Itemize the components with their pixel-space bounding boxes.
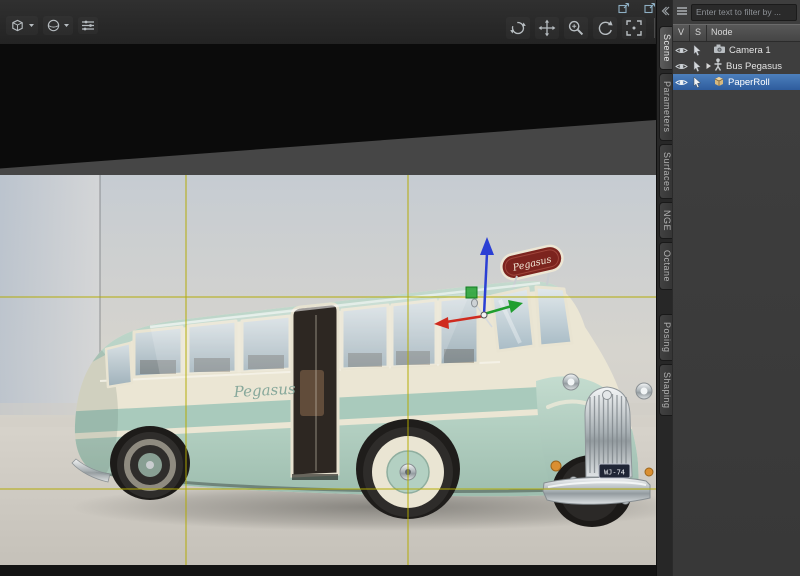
pointer-icon[interactable]: [689, 60, 705, 72]
undo-view-button[interactable]: [593, 17, 617, 39]
pane-tab-strip: Scene Parameters Surfaces NGE Octane Pos…: [656, 0, 672, 576]
view-selector-dropdown[interactable]: [6, 16, 38, 35]
tab-shaping[interactable]: Shaping: [659, 363, 672, 417]
zoom-button[interactable]: [564, 17, 588, 39]
fog-light: [550, 460, 562, 472]
orbit-button[interactable]: [506, 17, 530, 39]
tab-scene[interactable]: Scene: [659, 26, 672, 71]
license-plate: WJ-74: [598, 463, 631, 479]
orbit-icon: [509, 19, 527, 37]
tab-surfaces[interactable]: Surfaces: [659, 143, 672, 200]
tab-parameters[interactable]: Parameters: [659, 73, 672, 141]
maximize-pane-button[interactable]: [644, 2, 656, 14]
license-plate-text: WJ-74: [604, 469, 625, 477]
cube-icon: [713, 75, 725, 90]
view-options-button[interactable]: [78, 17, 98, 34]
column-node[interactable]: Node: [707, 25, 800, 41]
popout-icon: [644, 2, 656, 14]
scene-filter-input[interactable]: [691, 3, 797, 21]
draw-style-dropdown[interactable]: [43, 16, 73, 35]
eye-icon[interactable]: [673, 46, 689, 55]
viewport-bottom-strip: [0, 565, 656, 576]
undock-pane-button[interactable]: [618, 2, 630, 14]
render-image: Pegasus WJ-74 Pegasus: [0, 175, 656, 565]
pan-button[interactable]: [535, 17, 559, 39]
pointer-icon[interactable]: [689, 44, 705, 56]
frame-icon: [625, 19, 643, 37]
toolbar-separator: [654, 18, 655, 38]
scene-list-empty-area[interactable]: [673, 90, 800, 576]
scene-grid-header: V S Node: [673, 24, 800, 42]
scene-node-bus-pegasus[interactable]: Bus Pegasus: [673, 58, 800, 74]
tab-posing[interactable]: Posing: [659, 314, 672, 361]
scene-node-camera1[interactable]: Camera 1: [673, 42, 800, 58]
column-visibility[interactable]: V: [673, 25, 690, 41]
panel-menu-icon[interactable]: [660, 3, 670, 21]
camera-icon: [713, 43, 726, 57]
viewport-backdrop-area[interactable]: [0, 44, 656, 175]
viewport-toolbar: [0, 0, 687, 45]
bus-door-open: [290, 302, 340, 480]
tab-octane[interactable]: Octane: [659, 242, 672, 291]
view-selector-icon: [9, 18, 26, 33]
chevron-down-icon: [28, 23, 35, 28]
toolbar-left-group: [6, 16, 98, 35]
pan-icon: [538, 19, 556, 37]
render-canvas[interactable]: Pegasus WJ-74 Pegasus: [0, 175, 656, 565]
node-label[interactable]: Camera 1: [729, 45, 771, 56]
app-window: Pegasus WJ-74 Pegasus Scene Parameters S…: [0, 0, 800, 576]
eye-icon[interactable]: [673, 78, 689, 87]
node-label[interactable]: PaperRoll: [728, 77, 770, 88]
figure-icon: [713, 58, 723, 74]
node-label[interactable]: Bus Pegasus: [726, 61, 782, 72]
expander-icon[interactable]: [705, 62, 713, 70]
backdrop-plane: [0, 44, 656, 169]
eye-icon[interactable]: [673, 62, 689, 71]
column-selection[interactable]: S: [690, 25, 707, 41]
scene-pane: V S Node Camera 1: [672, 0, 800, 576]
scene-filter-row: [673, 0, 800, 24]
bus-side-text: Pegasus: [232, 380, 296, 401]
scene-node-paperroll[interactable]: PaperRoll: [673, 74, 800, 90]
frame-button[interactable]: [622, 17, 646, 39]
pointer-icon[interactable]: [689, 76, 705, 88]
chevron-down-icon: [63, 23, 70, 28]
popout-icon: [618, 2, 630, 14]
undo-icon: [596, 19, 614, 37]
view-options-icon: [81, 19, 95, 32]
tab-nge[interactable]: NGE: [659, 202, 672, 240]
zoom-icon: [567, 19, 585, 37]
draw-style-icon: [46, 18, 61, 33]
filter-menu-icon[interactable]: [676, 3, 688, 21]
front-bumper: [542, 476, 651, 505]
